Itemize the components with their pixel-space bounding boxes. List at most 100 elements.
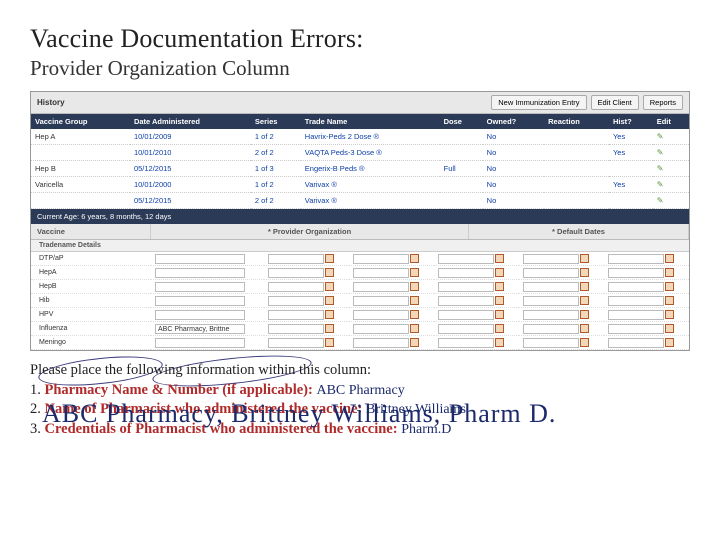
calendar-icon[interactable] — [495, 324, 504, 333]
date-input[interactable] — [268, 310, 324, 320]
date-input[interactable] — [353, 296, 409, 306]
date-input[interactable] — [438, 282, 494, 292]
date-input[interactable] — [438, 324, 494, 334]
calendar-icon[interactable] — [665, 254, 674, 263]
date-input[interactable] — [268, 296, 324, 306]
header-vaccine: Vaccine — [31, 224, 151, 239]
edit-icon[interactable]: ✎ — [657, 132, 664, 141]
date-input[interactable] — [268, 254, 324, 264]
edit-icon[interactable]: ✎ — [657, 196, 664, 205]
date-input[interactable] — [438, 254, 494, 264]
calendar-icon[interactable] — [410, 254, 419, 263]
entry-row: InfluenzaABC Pharmacy, Brittne — [31, 322, 689, 336]
date-input[interactable] — [353, 338, 409, 348]
calendar-icon[interactable] — [410, 338, 419, 347]
col-series: Series — [251, 114, 301, 129]
calendar-icon[interactable] — [665, 310, 674, 319]
provider-org-input[interactable] — [155, 282, 245, 292]
edit-client-button[interactable]: Edit Client — [591, 95, 639, 110]
date-input[interactable] — [523, 338, 579, 348]
provider-org-input[interactable] — [155, 310, 245, 320]
date-input[interactable] — [438, 338, 494, 348]
calendar-icon[interactable] — [665, 296, 674, 305]
calendar-icon[interactable] — [325, 282, 334, 291]
date-input[interactable] — [608, 338, 664, 348]
calendar-icon[interactable] — [665, 282, 674, 291]
date-input[interactable] — [438, 310, 494, 320]
date-input[interactable] — [353, 310, 409, 320]
date-input[interactable] — [268, 338, 324, 348]
calendar-icon[interactable] — [495, 338, 504, 347]
date-input[interactable] — [268, 282, 324, 292]
calendar-icon[interactable] — [410, 268, 419, 277]
provider-org-input[interactable] — [155, 254, 245, 264]
reports-button[interactable]: Reports — [643, 95, 683, 110]
calendar-icon[interactable] — [580, 324, 589, 333]
date-input[interactable] — [608, 268, 664, 278]
provider-org-input[interactable] — [155, 338, 245, 348]
calendar-icon[interactable] — [495, 310, 504, 319]
provider-org-input[interactable] — [155, 296, 245, 306]
calendar-icon[interactable] — [410, 282, 419, 291]
provider-org-input[interactable]: ABC Pharmacy, Brittne — [155, 324, 245, 334]
calendar-icon[interactable] — [580, 268, 589, 277]
col-owned: Owned? — [483, 114, 544, 129]
date-input[interactable] — [608, 324, 664, 334]
history-toolbar: History New Immunization Entry Edit Clie… — [31, 92, 689, 114]
calendar-icon[interactable] — [580, 310, 589, 319]
instruction-item-2: 2. Name of Pharmacist who administered t… — [30, 400, 690, 420]
calendar-icon[interactable] — [665, 338, 674, 347]
vaccine-name: Meningo — [31, 336, 151, 350]
calendar-icon[interactable] — [580, 296, 589, 305]
calendar-icon[interactable] — [325, 324, 334, 333]
date-input[interactable] — [523, 282, 579, 292]
date-input[interactable] — [523, 296, 579, 306]
date-input[interactable] — [523, 310, 579, 320]
vaccine-name: HepA — [31, 266, 151, 280]
date-input[interactable] — [523, 324, 579, 334]
calendar-icon[interactable] — [325, 254, 334, 263]
calendar-icon[interactable] — [495, 268, 504, 277]
edit-icon[interactable]: ✎ — [657, 164, 664, 173]
calendar-icon[interactable] — [665, 268, 674, 277]
calendar-icon[interactable] — [325, 310, 334, 319]
header-default-dates: * Default Dates — [469, 224, 689, 239]
calendar-icon[interactable] — [495, 296, 504, 305]
history-row: 05/12/20152 of 2Varivax ®No✎ — [31, 193, 689, 209]
screenshot-panel: History New Immunization Entry Edit Clie… — [30, 91, 690, 351]
edit-icon[interactable]: ✎ — [657, 148, 664, 157]
calendar-icon[interactable] — [325, 338, 334, 347]
calendar-icon[interactable] — [410, 324, 419, 333]
date-input[interactable] — [268, 324, 324, 334]
calendar-icon[interactable] — [410, 310, 419, 319]
date-input[interactable] — [353, 254, 409, 264]
date-input[interactable] — [268, 268, 324, 278]
date-input[interactable] — [608, 282, 664, 292]
entry-section-header: Vaccine * Provider Organization * Defaul… — [31, 224, 689, 240]
calendar-icon[interactable] — [580, 338, 589, 347]
calendar-icon[interactable] — [325, 296, 334, 305]
new-immunization-button[interactable]: New Immunization Entry — [491, 95, 586, 110]
calendar-icon[interactable] — [665, 324, 674, 333]
date-input[interactable] — [523, 254, 579, 264]
item2-value: Brittney Williams — [366, 402, 466, 417]
calendar-icon[interactable] — [410, 296, 419, 305]
calendar-icon[interactable] — [580, 282, 589, 291]
date-input[interactable] — [608, 254, 664, 264]
calendar-icon[interactable] — [495, 254, 504, 263]
vaccine-name: Hib — [31, 294, 151, 308]
date-input[interactable] — [608, 296, 664, 306]
provider-org-input[interactable] — [155, 268, 245, 278]
date-input[interactable] — [438, 296, 494, 306]
date-input[interactable] — [608, 310, 664, 320]
calendar-icon[interactable] — [495, 282, 504, 291]
date-input[interactable] — [353, 324, 409, 334]
date-input[interactable] — [353, 268, 409, 278]
calendar-icon[interactable] — [580, 254, 589, 263]
edit-icon[interactable]: ✎ — [657, 180, 664, 189]
date-input[interactable] — [353, 282, 409, 292]
calendar-icon[interactable] — [325, 268, 334, 277]
date-input[interactable] — [438, 268, 494, 278]
date-input[interactable] — [523, 268, 579, 278]
vaccine-name: HPV — [31, 308, 151, 322]
